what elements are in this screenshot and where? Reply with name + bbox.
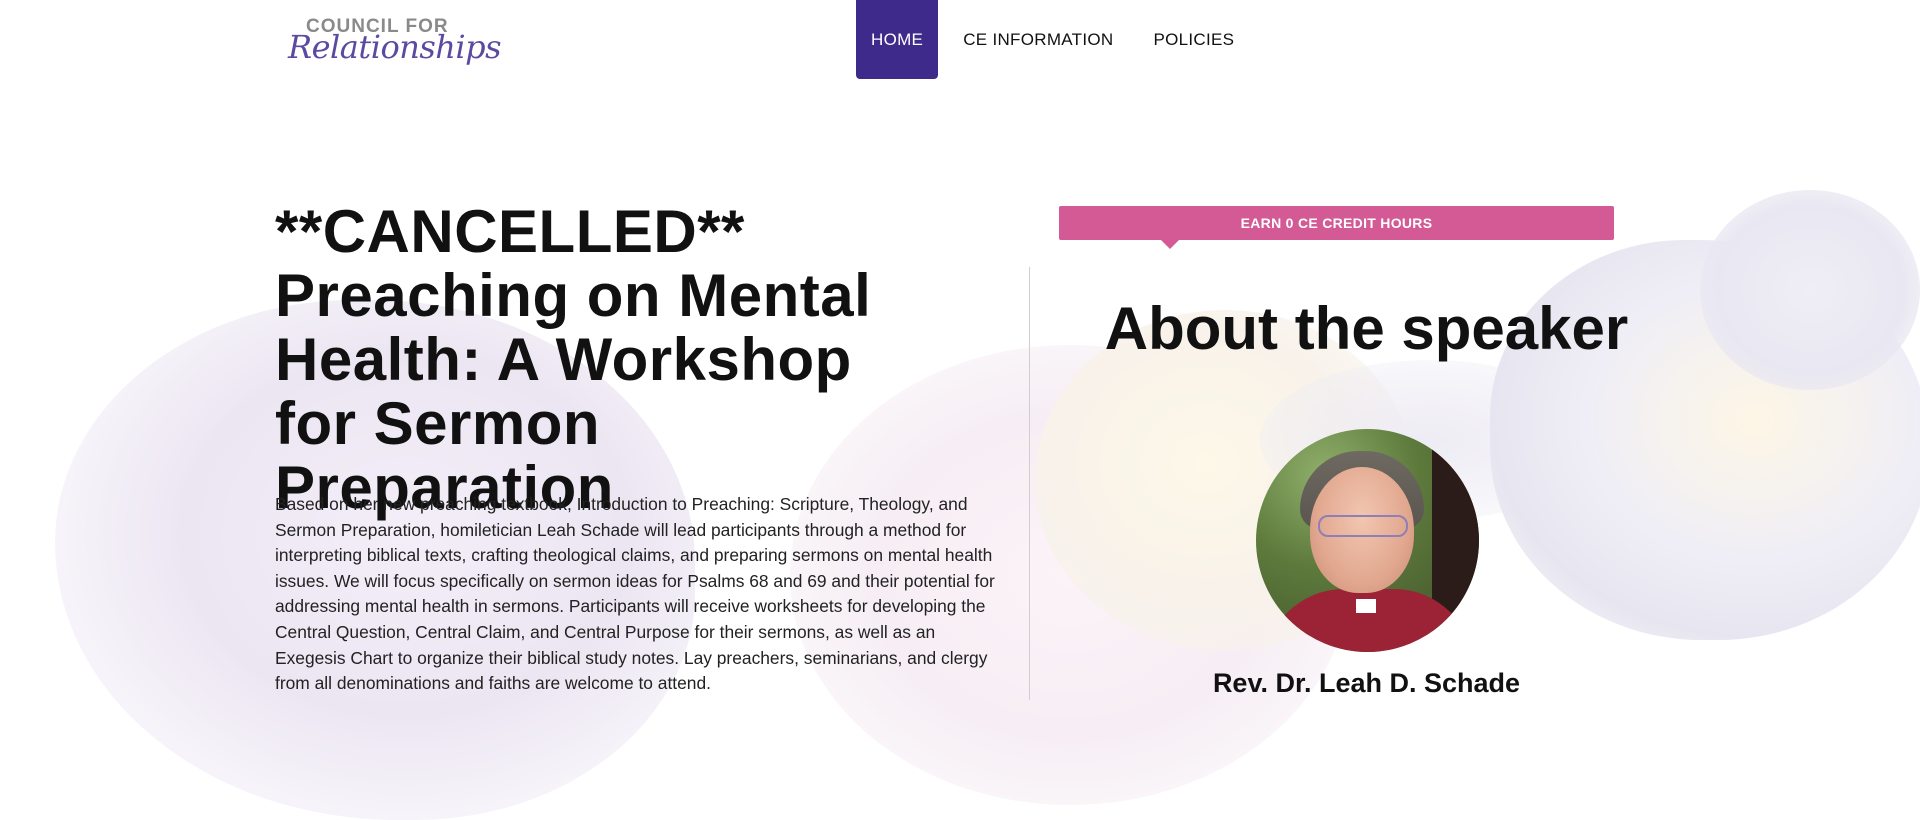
column-divider [1029, 267, 1030, 700]
logo-script-text: Relationships [288, 28, 501, 66]
speaker-name: Rev. Dr. Leah D. Schade [1212, 668, 1521, 698]
site-logo[interactable]: COUNCIL FOR Relationships [288, 14, 501, 70]
ce-credit-banner: EARN 0 CE CREDIT HOURS [1059, 206, 1614, 240]
event-description: Based on her new preaching textbook, Int… [275, 494, 995, 694]
nav-policies[interactable]: POLICIES [1138, 0, 1249, 79]
nav-ce-information[interactable]: CE INFORMATION [948, 0, 1128, 79]
site-header: COUNCIL FOR Relationships HOME CE INFORM… [0, 0, 1920, 80]
event-title: **CANCELLED** Preaching on Mental Health… [275, 198, 872, 521]
speaker-photo [1256, 429, 1479, 652]
about-speaker-heading: About the speaker [1104, 295, 1629, 362]
background-blob [1700, 190, 1920, 390]
ce-banner-caret [1161, 240, 1179, 249]
main-nav: HOME CE INFORMATION POLICIES [856, 0, 1249, 79]
nav-home[interactable]: HOME [856, 0, 939, 79]
